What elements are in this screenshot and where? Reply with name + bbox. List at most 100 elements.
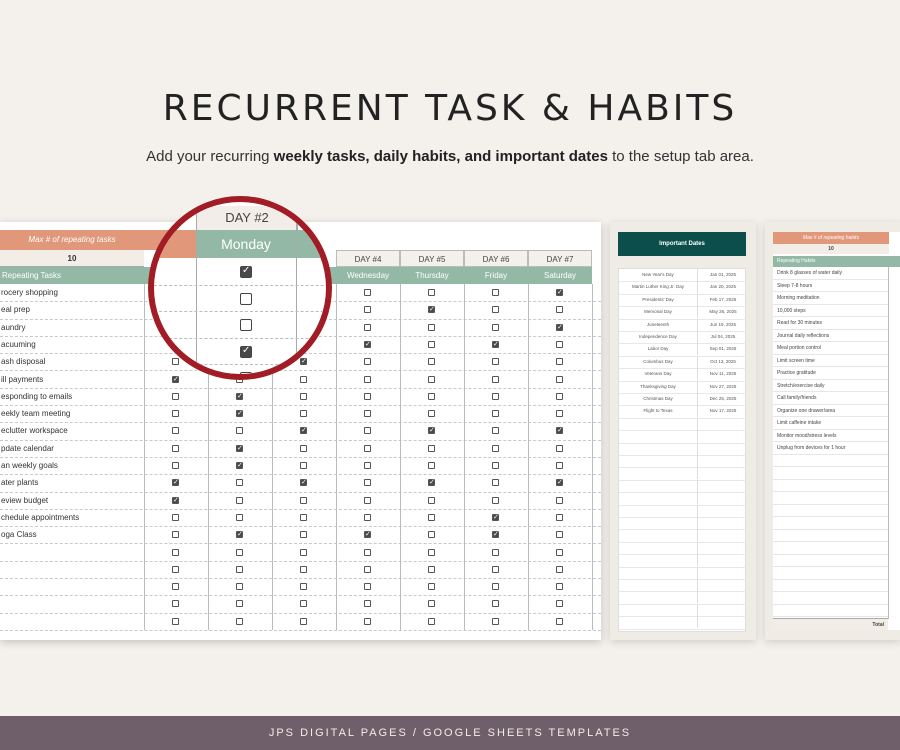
task-checkbox[interactable] [364, 323, 371, 331]
habit-item[interactable]: Unplug from devices for 1 hour [773, 442, 888, 455]
task-checkbox[interactable] [556, 513, 563, 521]
task-checkbox[interactable] [172, 531, 179, 539]
date-value[interactable]: May 26, 2025 [697, 306, 748, 319]
habit-item[interactable] [773, 492, 888, 505]
habit-item[interactable]: Read for 30 minutes [773, 317, 888, 330]
task-checkbox[interactable] [236, 617, 243, 625]
habit-item[interactable]: Call family/friends [773, 392, 888, 405]
date-value[interactable]: Jun 19, 2025 [697, 318, 748, 331]
date-name[interactable]: Martin Luther King Jr. Day [619, 281, 697, 293]
habit-item[interactable]: Limit screen time [773, 355, 888, 367]
task-checkbox[interactable] [492, 306, 499, 314]
task-name[interactable]: eview budget [0, 492, 144, 509]
habit-item[interactable]: Morning meditation [773, 292, 888, 305]
task-checkbox[interactable] [428, 444, 435, 452]
task-checkbox[interactable] [556, 600, 563, 608]
task-checkbox[interactable] [236, 461, 243, 469]
habit-item[interactable]: Practice gratitude [773, 367, 888, 380]
task-checkbox[interactable] [492, 444, 499, 452]
date-value[interactable]: Dec 25, 2025 [697, 393, 748, 405]
task-checkbox[interactable] [300, 496, 307, 504]
task-checkbox[interactable] [172, 462, 179, 469]
task-checkbox[interactable] [556, 306, 563, 314]
task-name[interactable]: eekly team meeting [0, 405, 144, 422]
task-checkbox[interactable] [236, 548, 243, 556]
task-checkbox[interactable] [428, 289, 435, 296]
task-checkbox[interactable] [364, 496, 371, 504]
habit-item[interactable] [773, 517, 888, 530]
task-checkbox[interactable] [428, 600, 435, 608]
date-value[interactable]: Sep 01, 2025 [697, 343, 748, 356]
habit-item[interactable]: Monitor mood/stress levels [773, 430, 888, 442]
task-checkbox[interactable] [556, 444, 563, 452]
task-checkbox[interactable] [492, 462, 499, 469]
task-checkbox[interactable] [364, 375, 371, 383]
task-checkbox[interactable] [364, 479, 371, 487]
task-checkbox[interactable] [364, 617, 371, 625]
date-value[interactable] [697, 504, 748, 517]
date-value[interactable] [697, 430, 748, 443]
task-checkbox[interactable] [364, 358, 371, 366]
habit-item[interactable]: Drink 8 glasses of water daily [773, 267, 888, 280]
date-name[interactable]: Juneteenth [619, 319, 697, 331]
task-checkbox[interactable] [300, 392, 307, 400]
date-name[interactable]: New Year's Day [619, 269, 697, 281]
max-tasks-value[interactable]: 10 [0, 250, 144, 267]
task-checkbox[interactable] [492, 513, 499, 521]
task-checkbox[interactable] [492, 427, 499, 435]
task-checkbox[interactable] [428, 478, 435, 487]
task-checkbox[interactable] [300, 583, 307, 591]
habit-item[interactable]: Journal daily reflections [773, 330, 888, 342]
mag-checkbox[interactable] [240, 319, 252, 331]
task-checkbox[interactable] [236, 427, 243, 435]
task-checkbox[interactable] [300, 531, 307, 539]
task-checkbox[interactable] [492, 375, 499, 383]
task-checkbox[interactable] [556, 392, 563, 400]
task-checkbox[interactable] [172, 565, 179, 573]
habit-item[interactable] [773, 542, 888, 555]
task-checkbox[interactable] [236, 409, 243, 418]
mag-checkbox[interactable] [240, 292, 252, 305]
task-checkbox[interactable] [556, 617, 563, 625]
task-checkbox[interactable] [300, 478, 307, 487]
date-value[interactable] [697, 616, 748, 629]
task-checkbox[interactable] [428, 513, 435, 521]
task-checkbox[interactable] [492, 479, 499, 487]
date-name[interactable]: Christmas Day [619, 393, 697, 405]
date-name[interactable]: Flight to Texas [619, 405, 697, 417]
date-name[interactable]: Presidents' Day [619, 294, 697, 306]
task-name[interactable]: chedule appointments [0, 509, 144, 526]
task-checkbox[interactable] [300, 548, 307, 556]
task-checkbox[interactable] [364, 548, 371, 556]
task-checkbox[interactable] [428, 323, 435, 331]
date-value[interactable] [697, 442, 748, 455]
task-checkbox[interactable] [364, 392, 371, 400]
task-checkbox[interactable] [172, 427, 179, 435]
task-checkbox[interactable] [492, 583, 499, 591]
date-value[interactable] [697, 529, 748, 542]
task-checkbox[interactable] [556, 340, 563, 348]
task-checkbox[interactable] [556, 583, 563, 591]
date-value[interactable] [697, 554, 748, 567]
task-checkbox[interactable] [172, 392, 179, 400]
task-checkbox[interactable] [492, 392, 499, 400]
task-checkbox[interactable] [492, 600, 499, 608]
task-checkbox[interactable] [172, 600, 179, 608]
task-checkbox[interactable] [236, 530, 243, 539]
date-value[interactable]: Nov 17, 2025 [697, 405, 748, 418]
task-checkbox[interactable] [428, 462, 435, 469]
task-checkbox[interactable] [428, 583, 435, 591]
task-checkbox[interactable] [556, 358, 563, 366]
date-value[interactable] [697, 541, 748, 554]
task-checkbox[interactable] [236, 392, 243, 400]
task-checkbox[interactable] [492, 410, 499, 418]
task-checkbox[interactable] [556, 565, 563, 573]
date-value[interactable]: Jan 20, 2025 [697, 281, 748, 294]
task-checkbox[interactable] [492, 617, 499, 625]
task-checkbox[interactable] [172, 583, 179, 591]
date-value[interactable] [697, 417, 748, 430]
task-checkbox[interactable] [300, 444, 307, 452]
date-value[interactable] [697, 603, 748, 616]
task-name[interactable]: esponding to emails [0, 388, 144, 405]
task-checkbox[interactable] [300, 410, 307, 418]
